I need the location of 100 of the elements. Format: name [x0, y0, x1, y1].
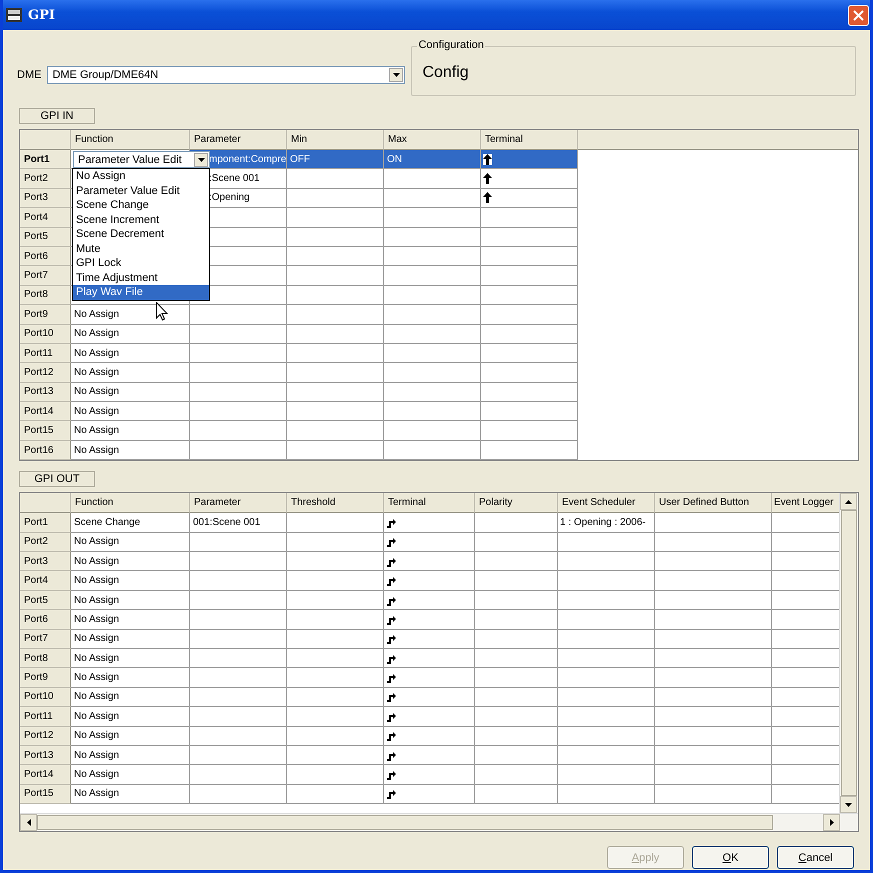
table-cell[interactable] — [190, 440, 287, 460]
table-cell: No Assign — [71, 765, 190, 785]
step-arrow-icon — [386, 769, 397, 780]
window-title: GPI — [28, 8, 56, 22]
dialog-button[interactable]: Cancel — [777, 846, 854, 870]
column-header: Function — [71, 130, 190, 150]
dme-label: DME — [17, 69, 42, 81]
section-label: GPI OUT — [19, 471, 95, 488]
port-header: Port6 — [20, 610, 71, 630]
table-cell: No Assign — [71, 552, 190, 572]
port-header: Port3 — [20, 188, 71, 208]
table-cell — [772, 726, 839, 746]
table-cell: No Assign — [71, 726, 190, 746]
table-cell — [772, 532, 839, 552]
dropdown-arrow-icon — [392, 73, 400, 77]
table-cell[interactable] — [190, 305, 287, 325]
table-cell: No Assign — [71, 571, 190, 591]
column-header: Min — [287, 130, 384, 150]
scroll-up-icon — [845, 500, 852, 504]
table-cell: 1 : Opening : 2006- — [558, 513, 655, 533]
step-arrow-icon — [386, 536, 397, 548]
port-header: Port5 — [20, 228, 71, 247]
port-header: Port1 — [20, 513, 71, 533]
column-header: Event Scheduler — [558, 493, 655, 514]
column-header: Terminal — [384, 493, 475, 514]
dropdown-option[interactable]: Play Wav File — [73, 285, 209, 300]
table-cell[interactable] — [190, 324, 287, 344]
step-arrow-icon — [386, 730, 397, 742]
table-cell: Scene Change — [71, 513, 190, 533]
column-header: Max — [384, 130, 481, 150]
port-header: Port11 — [20, 344, 71, 364]
table-cell: No Assign — [71, 668, 190, 688]
port-header: Port4 — [20, 571, 71, 591]
port-header: Port1 — [20, 150, 71, 170]
port-header: Port15 — [20, 421, 71, 441]
port-header: Port14 — [20, 402, 71, 422]
port-header: Port12 — [20, 726, 71, 746]
close-button[interactable] — [848, 4, 869, 26]
port-header: Port10 — [20, 688, 71, 708]
port-header: Port8 — [20, 648, 71, 668]
up-arrow-icon — [483, 173, 492, 184]
table-cell: No Assign — [71, 532, 190, 552]
port-header: Port10 — [20, 324, 71, 344]
table-cell: No Assign — [71, 363, 190, 383]
up-arrow-icon — [483, 192, 492, 204]
port-header: Port14 — [20, 765, 71, 785]
port-header: Port9 — [20, 305, 71, 325]
port-header: Port6 — [20, 246, 71, 266]
step-arrow-icon — [386, 594, 397, 606]
app-icon — [6, 8, 22, 22]
step-arrow-icon — [386, 710, 397, 722]
port-header: Port7 — [20, 266, 71, 286]
port-header: Port16 — [20, 440, 71, 460]
step-arrow-icon — [386, 788, 397, 800]
port-header: Port11 — [20, 707, 71, 727]
step-arrow-icon — [386, 633, 397, 644]
table-cell: 001:Scene 001 — [190, 513, 287, 533]
horizontal-scrollbar[interactable] — [20, 813, 858, 832]
table-cell: No Assign — [71, 746, 190, 766]
table-cell[interactable] — [190, 344, 287, 364]
table-cell: No Assign — [71, 610, 190, 630]
dialog-button[interactable]: OK — [692, 846, 769, 870]
column-header: Polarity — [475, 493, 558, 514]
table-cell: No Assign — [71, 688, 190, 708]
table-cell: No Assign — [71, 648, 190, 668]
step-arrow-icon — [386, 691, 397, 702]
column-header: Function — [71, 493, 190, 514]
step-arrow-icon — [386, 516, 397, 528]
table-cell: No Assign — [71, 707, 190, 727]
port-header: Port4 — [20, 208, 71, 228]
step-arrow-icon — [386, 575, 397, 586]
dropdown-arrow-icon — [198, 158, 204, 162]
port-header: Port13 — [20, 746, 71, 766]
column-header: Threshold — [287, 493, 384, 514]
group-label: Configuration — [417, 39, 485, 51]
scroll-down-icon — [845, 802, 852, 807]
table-cell: OFF — [287, 150, 384, 170]
step-arrow-icon — [386, 556, 397, 567]
step-arrow-icon — [386, 672, 397, 684]
table-cell: No Assign — [71, 784, 190, 804]
function-dropdown[interactable]: Parameter Value Edit — [73, 151, 210, 168]
port-header: Port3 — [20, 552, 71, 572]
table-cell: No Assign — [71, 402, 190, 422]
dme-dropdown[interactable]: DME Group/DME64N — [47, 66, 406, 84]
up-arrow-icon — [483, 154, 492, 165]
close-icon — [853, 10, 864, 20]
column-header: Event Logger — [772, 493, 839, 514]
table-cell: No Assign — [71, 324, 190, 344]
table-cell[interactable] — [190, 363, 287, 383]
table-cell[interactable] — [190, 402, 287, 422]
vertical-scrollbar[interactable] — [839, 493, 858, 814]
table-cell — [772, 630, 839, 649]
port-header: Port5 — [20, 590, 71, 610]
port-header: Port12 — [20, 363, 71, 383]
port-header: Port2 — [20, 169, 71, 189]
corner-header — [20, 493, 71, 514]
table-cell: ON — [384, 150, 481, 170]
table-cell[interactable] — [190, 421, 287, 441]
port-header: Port13 — [20, 382, 71, 402]
table-cell[interactable] — [190, 382, 287, 402]
